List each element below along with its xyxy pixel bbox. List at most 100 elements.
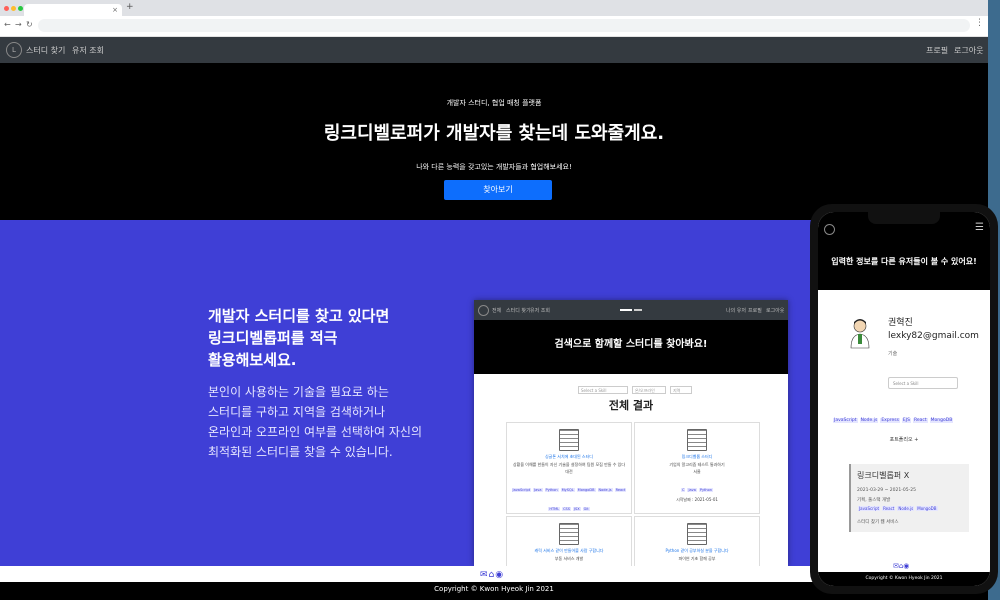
feature-desc-line: 온라인과 오프라인 여부를 선택하여 자신의 bbox=[208, 425, 422, 439]
reload-icon[interactable]: ↻ bbox=[26, 20, 33, 29]
phone-headline: 입력한 정보를 다른 유저들이 볼 수 있어요! bbox=[831, 257, 977, 266]
skill-tag: HTML bbox=[548, 507, 561, 511]
address-bar: ← → ↻ ⋮ bbox=[0, 16, 988, 37]
skill-tag: Node.js bbox=[859, 418, 879, 423]
skill-tag: MongoDB bbox=[916, 506, 938, 511]
skill-tag: Express bbox=[880, 418, 900, 423]
phone-mockup: ☰ 입력한 정보를 다른 유저들이 볼 수 있어요! 권혁진 lexky82@g… bbox=[810, 204, 998, 594]
screenshot-nav-link: 전체 bbox=[492, 308, 502, 314]
browser-tab[interactable]: × bbox=[24, 4, 122, 16]
feature-title-line: 링크디벨롭퍼를 적극 bbox=[208, 329, 338, 347]
study-card-title: 싱글톤 서치에 초대된 스터디 bbox=[545, 454, 593, 459]
skill-tag: Git bbox=[582, 507, 590, 511]
add-portfolio-button[interactable]: 포트폴리오 + bbox=[818, 436, 990, 443]
study-card-title: 캐릭 서비스 같이 만들어볼 사람 구합니다 bbox=[534, 548, 604, 553]
nav-link-users[interactable]: 유저 조회 bbox=[72, 45, 104, 56]
skill-tag: CSS bbox=[562, 507, 571, 511]
study-card-title: Python 같이 공부하실 분을 구합니다 bbox=[665, 548, 729, 553]
screenshot-nav-right: 나의 유저 bbox=[726, 308, 746, 314]
forward-icon[interactable]: → bbox=[15, 20, 22, 29]
phone-screen: ☰ 입력한 정보를 다른 유저들이 볼 수 있어요! 권혁진 lexky82@g… bbox=[818, 212, 990, 586]
nav-link-logout[interactable]: 로그아웃 bbox=[954, 45, 983, 56]
skill-tag: MySQL bbox=[560, 488, 575, 492]
feature-desc-line: 최적화된 스터디를 찾을 수 있습니다. bbox=[208, 445, 393, 459]
back-icon[interactable]: ← bbox=[4, 20, 11, 29]
building-icon bbox=[687, 429, 707, 451]
portfolio-desc: 스터디 찾기 웹 서비스 bbox=[857, 520, 899, 525]
screenshot-logo-icon bbox=[478, 305, 489, 316]
maximize-window-button[interactable] bbox=[18, 6, 23, 11]
study-card-title: 링크디벨롭 스터디 bbox=[681, 454, 713, 459]
study-card-location: 대전 bbox=[565, 469, 573, 474]
phone-logo-icon bbox=[824, 224, 835, 235]
hero-title: 링크디벨로퍼가 개발자를 찾는데 도와줄게요. bbox=[323, 123, 665, 144]
screenshot-slide-indicator-active bbox=[620, 309, 632, 311]
study-card-tags: C Java Python bbox=[635, 476, 759, 495]
screenshot-section-title: 전체 결과 bbox=[608, 399, 654, 412]
profile-email: lexky82@gmail.com bbox=[888, 331, 979, 341]
screenshot-online-filter: 온/오프라인 bbox=[632, 386, 666, 394]
portfolio-title: 링크디벨롭퍼 X bbox=[857, 471, 910, 480]
skill-tag: Python bbox=[698, 488, 713, 492]
building-icon bbox=[687, 523, 707, 545]
nav-link-study[interactable]: 스터디 찾기 bbox=[26, 45, 65, 56]
explore-button[interactable]: 찾아보기 bbox=[444, 180, 552, 200]
portfolio-role: 기획, 풀스택 개발 bbox=[857, 498, 891, 503]
screenshot-region-filter: 지역 bbox=[670, 386, 692, 394]
contact-icons[interactable]: ✉⌂◉ bbox=[480, 570, 504, 580]
study-card-desc: 부동 서비스 개발 bbox=[554, 556, 584, 561]
feature-title: 개발자 스터디를 찾고 있다면 링크디벨롭퍼를 적극 활용해보세요. bbox=[208, 305, 448, 371]
new-tab-button[interactable]: + bbox=[126, 2, 134, 12]
skill-tag: Node.js bbox=[597, 488, 613, 492]
close-tab-icon[interactable]: × bbox=[112, 4, 118, 16]
feature-desc-line: 본인이 사용하는 기술을 필요로 하는 bbox=[208, 385, 389, 399]
portfolio-tags: JavaScript React Node.js MongoDB bbox=[857, 505, 939, 512]
study-card-tags: JavaScript Java Python MySQL MongoDB Node.js R… bbox=[507, 476, 631, 514]
skill-tag: React bbox=[614, 488, 627, 492]
site-navbar: L 스터디 찾기 유저 조회 프로필 로그아웃 bbox=[0, 37, 988, 63]
screenshot-slide-indicator bbox=[634, 309, 642, 311]
skill-tag: C bbox=[681, 488, 686, 492]
hamburger-menu-icon[interactable]: ☰ bbox=[975, 222, 984, 233]
study-card: 캐릭 서비스 같이 만들어볼 사람 구합니다 부동 서비스 개발 bbox=[506, 516, 632, 566]
skill-select[interactable]: Select a Skill bbox=[888, 377, 958, 389]
minimize-window-button[interactable] bbox=[11, 6, 16, 11]
study-card: 링크디벨롭 스터디 기업의 알고리즘 테스트 통과하기 서울 C Java Pyth… bbox=[634, 422, 760, 514]
study-card: Python 같이 공부하실 분을 구합니다 파이썬 기초 함께 공부 bbox=[634, 516, 760, 566]
phone-contact-icons[interactable]: ✉⌂◉ bbox=[893, 562, 909, 570]
screenshot-navbar: 전체 스터디 찾기 유저 조회 나의 유저 프로필 로그아웃 bbox=[474, 300, 788, 320]
building-icon bbox=[559, 429, 579, 451]
phone-footer: Copyright © Kwon Hyeok Jin 2021 bbox=[818, 572, 990, 586]
browser-menu-icon[interactable]: ⋮ bbox=[975, 18, 984, 28]
copyright-text: Copyright © Kwon Hyeok Jin 2021 bbox=[434, 585, 554, 593]
screenshot-skill-filter: Select a Skill bbox=[578, 386, 628, 394]
portfolio-dates: 2021-03-29 ~ 2021-05-25 bbox=[857, 488, 916, 493]
study-card-location: 서울 bbox=[693, 469, 701, 474]
hero-subtitle: 나와 다른 능력을 갖고있는 개발자들과 협업해보세요! bbox=[416, 163, 572, 171]
skill-tag: EJS bbox=[901, 418, 911, 423]
skill-tag: Python bbox=[544, 488, 559, 492]
skill-tag: JSX bbox=[572, 507, 581, 511]
study-card-desc: 기업의 알고리즘 테스트 통과하기 bbox=[669, 462, 725, 467]
screenshot-nav-right: 프로필 bbox=[748, 308, 762, 314]
building-icon bbox=[559, 523, 579, 545]
feature-title-line: 활용해보세요. bbox=[208, 351, 297, 369]
study-card-desc: 상황을 이해를 한들이 자신 기술을 설정하여 팀원 모집 만들 수 있다 bbox=[512, 462, 626, 467]
screenshot-nav-link: 스터디 찾기 bbox=[506, 308, 531, 314]
phone-notch bbox=[868, 212, 940, 224]
profile-skill-tags: JavaScript Node.js Express EJS React MongoDB bbox=[832, 406, 990, 425]
skill-tag: React bbox=[912, 418, 928, 423]
url-field[interactable] bbox=[38, 19, 970, 32]
skill-tag: JavaScript bbox=[833, 418, 858, 423]
feature-description: 본인이 사용하는 기술을 필요로 하는 스터디를 구하고 지역을 검색하거나 온… bbox=[208, 382, 448, 462]
study-card-date: 시작날짜 : 2021-05-01 bbox=[676, 497, 718, 502]
logo-icon[interactable]: L bbox=[6, 42, 22, 58]
skill-tag: MongoDB bbox=[929, 418, 954, 423]
study-card: 싱글톤 서치에 초대된 스터디 상황을 이해를 한들이 자신 기술을 설정하여 … bbox=[506, 422, 632, 521]
skill-tag: JavaScript bbox=[858, 506, 881, 511]
profile-role: 기술 bbox=[888, 351, 898, 357]
avatar bbox=[850, 319, 870, 349]
close-window-button[interactable] bbox=[4, 6, 9, 11]
nav-link-profile[interactable]: 프로필 bbox=[926, 45, 948, 56]
portfolio-card: 링크디벨롭퍼 X 2021-03-29 ~ 2021-05-25 기획, 풀스택… bbox=[849, 464, 969, 532]
